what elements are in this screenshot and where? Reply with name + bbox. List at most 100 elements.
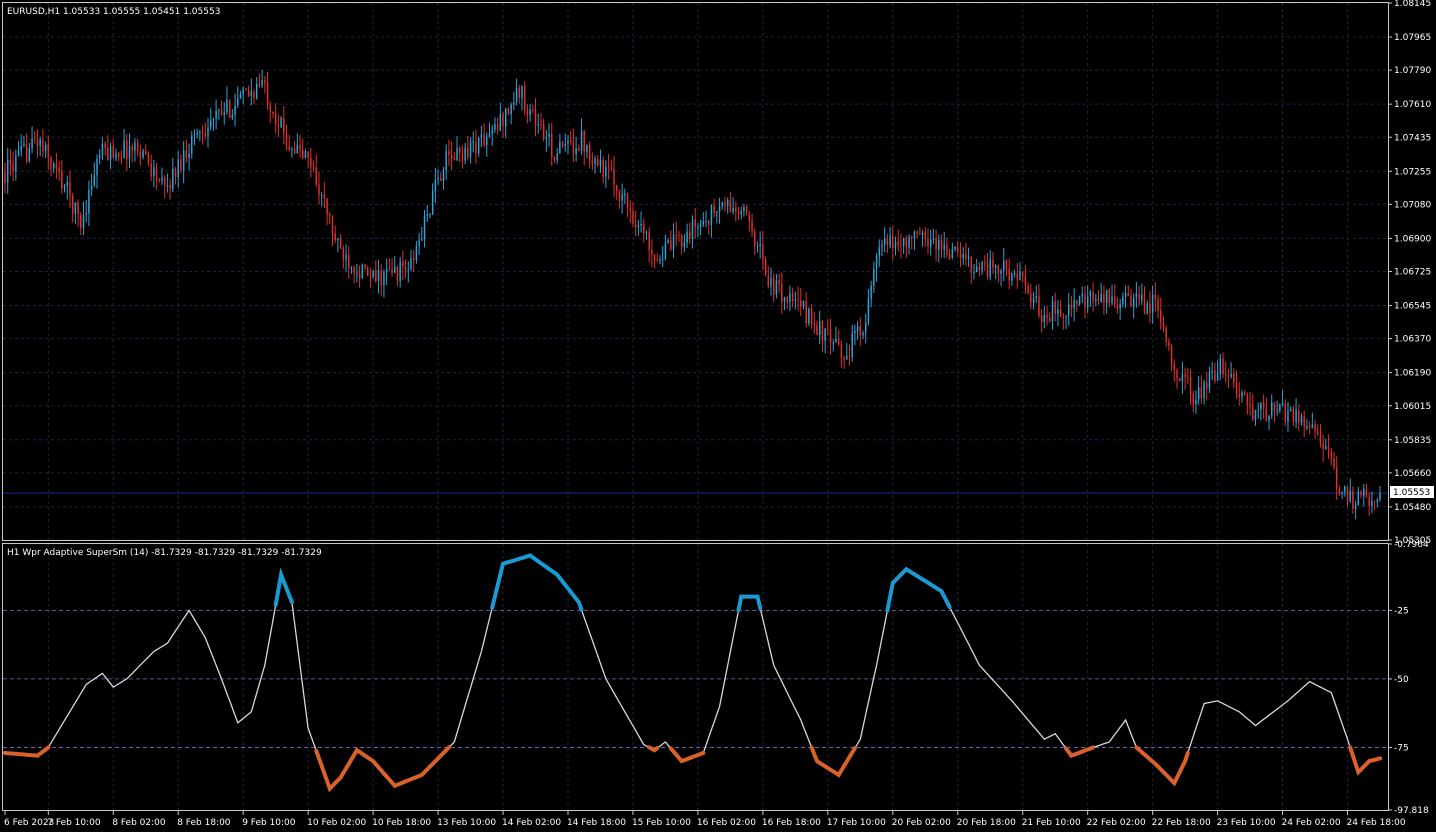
candle-body bbox=[1008, 269, 1010, 281]
candle-body bbox=[994, 265, 997, 268]
candle-body bbox=[442, 170, 445, 181]
candle-body bbox=[651, 249, 653, 255]
candle-body bbox=[280, 118, 282, 127]
candle-body bbox=[499, 113, 502, 131]
candle-body bbox=[1032, 298, 1035, 303]
candle-body bbox=[1363, 488, 1365, 496]
x-tick-label: 20 Feb 02:00 bbox=[892, 818, 951, 828]
candle-body bbox=[924, 232, 927, 240]
candle-body bbox=[207, 127, 209, 137]
candle-body bbox=[74, 202, 77, 214]
candle-body bbox=[1270, 402, 1273, 416]
y-tick-label: -97.818 bbox=[1394, 806, 1429, 816]
candle-body bbox=[916, 231, 918, 234]
candle-body bbox=[529, 109, 531, 115]
candle-body bbox=[745, 206, 748, 215]
candle-body bbox=[927, 239, 929, 247]
candle-body bbox=[502, 113, 504, 127]
candle-body bbox=[1054, 301, 1056, 314]
candle-body bbox=[973, 271, 975, 274]
candle-body bbox=[71, 195, 74, 214]
candle-body bbox=[664, 243, 667, 259]
candle-body bbox=[1173, 364, 1176, 371]
candle-body bbox=[548, 133, 550, 138]
candle-body bbox=[551, 133, 553, 158]
candle-body bbox=[120, 157, 123, 159]
candle-body bbox=[680, 235, 683, 247]
candle-body bbox=[145, 150, 147, 155]
candle-body bbox=[504, 108, 507, 127]
candle-body bbox=[1100, 294, 1102, 302]
candle-body bbox=[488, 133, 491, 137]
x-tick-label: 24 Feb 18:00 bbox=[1347, 818, 1406, 828]
candle-body bbox=[461, 153, 464, 161]
candle-body bbox=[735, 208, 737, 212]
candle-body bbox=[283, 118, 285, 134]
candle-body bbox=[1200, 387, 1203, 399]
candle-body bbox=[670, 240, 672, 250]
candle-body bbox=[1298, 410, 1300, 424]
x-tick-label: 16 Feb 02:00 bbox=[697, 818, 756, 828]
candle-body bbox=[161, 177, 163, 182]
candle-body bbox=[467, 147, 469, 158]
candle-body bbox=[23, 144, 25, 147]
candle-body bbox=[1252, 406, 1254, 420]
candle-body bbox=[778, 280, 780, 285]
candle-body bbox=[775, 280, 778, 295]
candle-body bbox=[1335, 467, 1338, 489]
candle-body bbox=[518, 87, 521, 98]
candle-body bbox=[255, 83, 258, 98]
candle-body bbox=[266, 83, 269, 106]
candle-body bbox=[288, 146, 290, 151]
candle-body bbox=[128, 146, 131, 160]
candle-body bbox=[1011, 273, 1013, 281]
candle-body bbox=[258, 83, 261, 86]
candle-body bbox=[88, 189, 90, 214]
candle-body bbox=[653, 254, 656, 260]
candle-body bbox=[220, 109, 223, 115]
candle-body bbox=[191, 135, 193, 154]
candle-body bbox=[1062, 316, 1065, 318]
candle-body bbox=[9, 159, 12, 165]
candle-body bbox=[293, 149, 296, 154]
candle-body bbox=[1311, 424, 1314, 428]
candle-body bbox=[1084, 293, 1086, 308]
candle-body bbox=[456, 148, 458, 161]
candle-body bbox=[605, 166, 607, 177]
y-tick-label: 1.05660 bbox=[1394, 469, 1431, 479]
candle-body bbox=[1035, 295, 1037, 299]
candle-body bbox=[218, 109, 220, 111]
candle-body bbox=[564, 143, 567, 146]
candle-body bbox=[921, 232, 924, 235]
candle-body bbox=[77, 202, 79, 215]
candle-body bbox=[588, 144, 591, 160]
candle-body bbox=[380, 269, 382, 286]
candle-body bbox=[242, 88, 244, 95]
candle-body bbox=[299, 144, 301, 150]
candle-body bbox=[1065, 315, 1067, 317]
candle-body bbox=[196, 132, 198, 135]
candle-body bbox=[410, 258, 412, 269]
candle-body bbox=[277, 124, 280, 127]
candle-body bbox=[783, 297, 786, 302]
y-tick-label: 1.06370 bbox=[1394, 335, 1431, 345]
candle-body bbox=[1333, 458, 1335, 468]
candle-body bbox=[312, 166, 315, 168]
chart-area[interactable]: 6 Feb 20237 Feb 10:00 8 Feb 02:00 8 Feb 18… bbox=[0, 0, 1436, 832]
candle-body bbox=[342, 247, 345, 260]
candle-body bbox=[583, 131, 585, 153]
candle-body bbox=[1249, 404, 1251, 407]
candle-body bbox=[667, 240, 669, 244]
candle-body bbox=[513, 102, 515, 105]
candle-body bbox=[935, 238, 937, 250]
candle-body bbox=[372, 270, 374, 278]
candle-body bbox=[1027, 286, 1029, 294]
candle-body bbox=[1357, 491, 1360, 506]
candle-body bbox=[862, 332, 864, 336]
candle-body bbox=[445, 150, 447, 171]
candle-body bbox=[889, 235, 891, 246]
x-tick-label: 10 Feb 18:00 bbox=[372, 818, 431, 828]
candle-body bbox=[1135, 293, 1138, 298]
candle-body bbox=[902, 238, 905, 246]
candle-body bbox=[1168, 341, 1170, 346]
